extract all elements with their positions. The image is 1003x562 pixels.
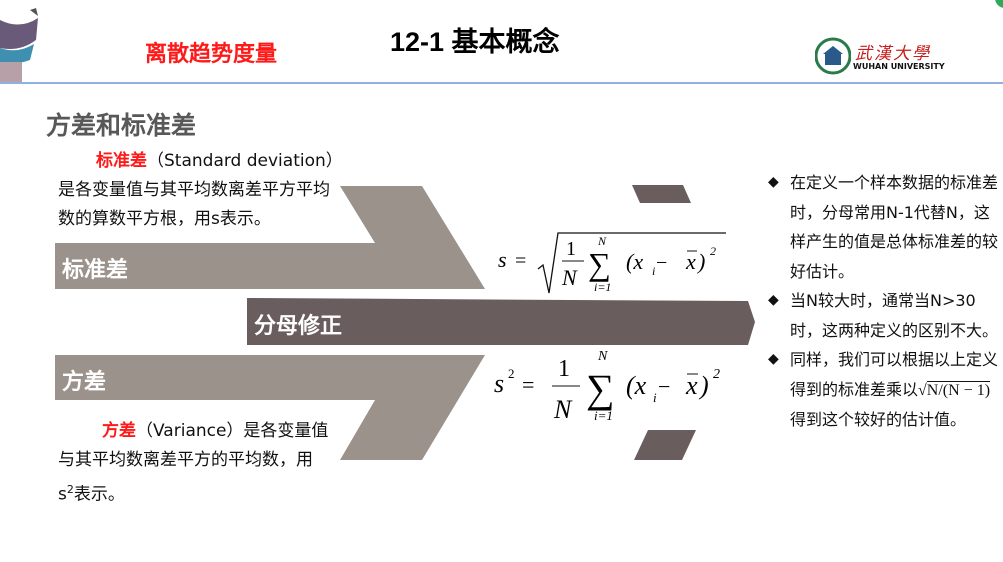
svg-text:1: 1 — [566, 238, 576, 260]
svg-text:x: x — [685, 371, 698, 400]
svg-text:2: 2 — [713, 367, 720, 382]
svg-text:): ) — [698, 371, 709, 400]
svg-text:N: N — [553, 395, 573, 424]
svg-text:(x: (x — [626, 371, 647, 400]
top-parallelogram — [632, 185, 691, 203]
svg-text:∑: ∑ — [588, 246, 611, 282]
bottom-parallelogram — [634, 430, 696, 460]
svg-text:i=1: i=1 — [594, 280, 611, 294]
var-symbol-power: 2 — [66, 483, 74, 496]
svg-text:N: N — [597, 349, 608, 364]
svg-text:∑: ∑ — [586, 366, 615, 411]
note-text-end: 得到这个较好的估计值。 — [790, 410, 967, 429]
svg-text:): ) — [696, 249, 705, 274]
svg-text:x: x — [685, 249, 696, 274]
note-item: ◆ 当N较大时，通常当N>30时，这两种定义的区别不大。 — [768, 286, 1000, 345]
svg-text:i: i — [653, 390, 657, 405]
svg-text:1: 1 — [558, 356, 570, 382]
std-line2: 数的算数平方根，用s表示。 — [58, 209, 271, 229]
std-formula: s = 1 N N ∑ i=1 (x i − x ) 2 — [498, 232, 726, 294]
var-line1: 与其平均数离差平方的平均数，用 — [58, 450, 313, 470]
var-line2: 表示。 — [73, 484, 125, 505]
var-formula: s 2 = 1 N N ∑ i=1 (x i − x ) 2 — [494, 349, 720, 424]
svg-text:=: = — [522, 372, 534, 397]
diamond-bullet-icon: ◆ — [768, 174, 779, 190]
svg-text:2: 2 — [508, 366, 515, 381]
note-item: ◆ 同样，我们可以根据以上定义得到的标准差乘以√N/(N − 1)得到这个较好的估… — [768, 345, 1000, 435]
svg-text:−: − — [658, 374, 670, 399]
notes-list: ◆ 在定义一个样本数据的标准差时，分母常用N-1代替N，这样产生的值是总体标准差的… — [768, 168, 1000, 435]
svg-text:i: i — [652, 264, 655, 278]
svg-text:s: s — [494, 369, 504, 398]
std-english: （Standard deviation） — [147, 151, 343, 171]
var-band-label: 方差 — [62, 370, 107, 395]
sqrt-expression: N/(N − 1) — [926, 380, 991, 399]
std-definition: 标准差（Standard deviation） 是各变量值与其平均数离差平方平均… — [58, 147, 378, 234]
svg-text:2: 2 — [710, 244, 716, 258]
svg-text:−: − — [656, 252, 667, 274]
svg-text:(x: (x — [626, 249, 643, 274]
note-text: 在定义一个样本数据的标准差时，分母常用N-1代替N，这样产生的值是总体标准差的较… — [790, 173, 999, 281]
correction-band-label: 分母修正 — [254, 314, 343, 339]
var-term: 方差 — [102, 421, 136, 441]
svg-text:s: s — [498, 247, 507, 272]
std-line1: 是各变量值与其平均数离差平方平均 — [58, 180, 330, 200]
var-english: （Variance）是各变量值 — [136, 421, 329, 441]
note-item: ◆ 在定义一个样本数据的标准差时，分母常用N-1代替N，这样产生的值是总体标准差的… — [768, 168, 1000, 286]
svg-text:N: N — [561, 265, 578, 290]
diamond-bullet-icon: ◆ — [768, 351, 779, 367]
var-symbol: s — [58, 484, 67, 505]
std-band-label: 标准差 — [62, 258, 129, 283]
std-term: 标准差 — [96, 151, 147, 171]
var-definition: 方差（Variance）是各变量值 与其平均数离差平方的平均数，用 s2表示。 — [58, 417, 378, 510]
svg-text:i=1: i=1 — [594, 408, 613, 423]
svg-text:=: = — [515, 250, 526, 272]
slide: 离散趋势度量 12-1 基本概念 武漢大學 WUHAN UNIVERSITY 方… — [0, 0, 1003, 562]
note-text: 当N较大时，通常当N>30时，这两种定义的区别不大。 — [790, 291, 999, 340]
diamond-bullet-icon: ◆ — [768, 292, 779, 308]
